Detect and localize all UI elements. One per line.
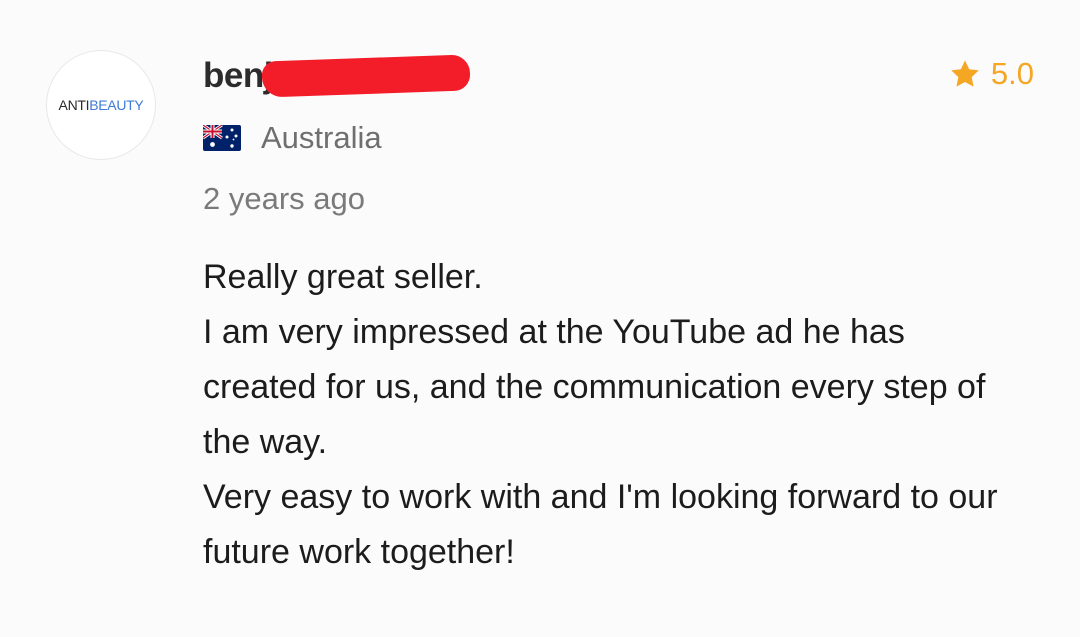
review-line: I am very impressed at the YouTube ad he… bbox=[203, 313, 986, 461]
country-name: Australia bbox=[261, 120, 382, 155]
rating-value: 5.0 bbox=[990, 56, 1034, 91]
redaction-mark bbox=[261, 54, 471, 98]
star-icon bbox=[949, 58, 981, 90]
review-card: ANTIBEAUTY benj 5.0 Australia 2 years ag… bbox=[0, 0, 1080, 637]
review-line: Very easy to work with and I'm looking f… bbox=[203, 478, 998, 571]
rating: 5.0 bbox=[949, 56, 1034, 92]
review-timestamp: 2 years ago bbox=[203, 181, 365, 216]
reviewer-country: Australia bbox=[203, 120, 382, 156]
review-text: Really great seller. I am very impressed… bbox=[203, 250, 1023, 580]
avatar-logo-text: ANTIBEAUTY bbox=[58, 97, 144, 113]
australia-flag-icon bbox=[203, 125, 241, 151]
avatar[interactable]: ANTIBEAUTY bbox=[46, 50, 156, 160]
review-line: Really great seller. bbox=[203, 258, 483, 296]
